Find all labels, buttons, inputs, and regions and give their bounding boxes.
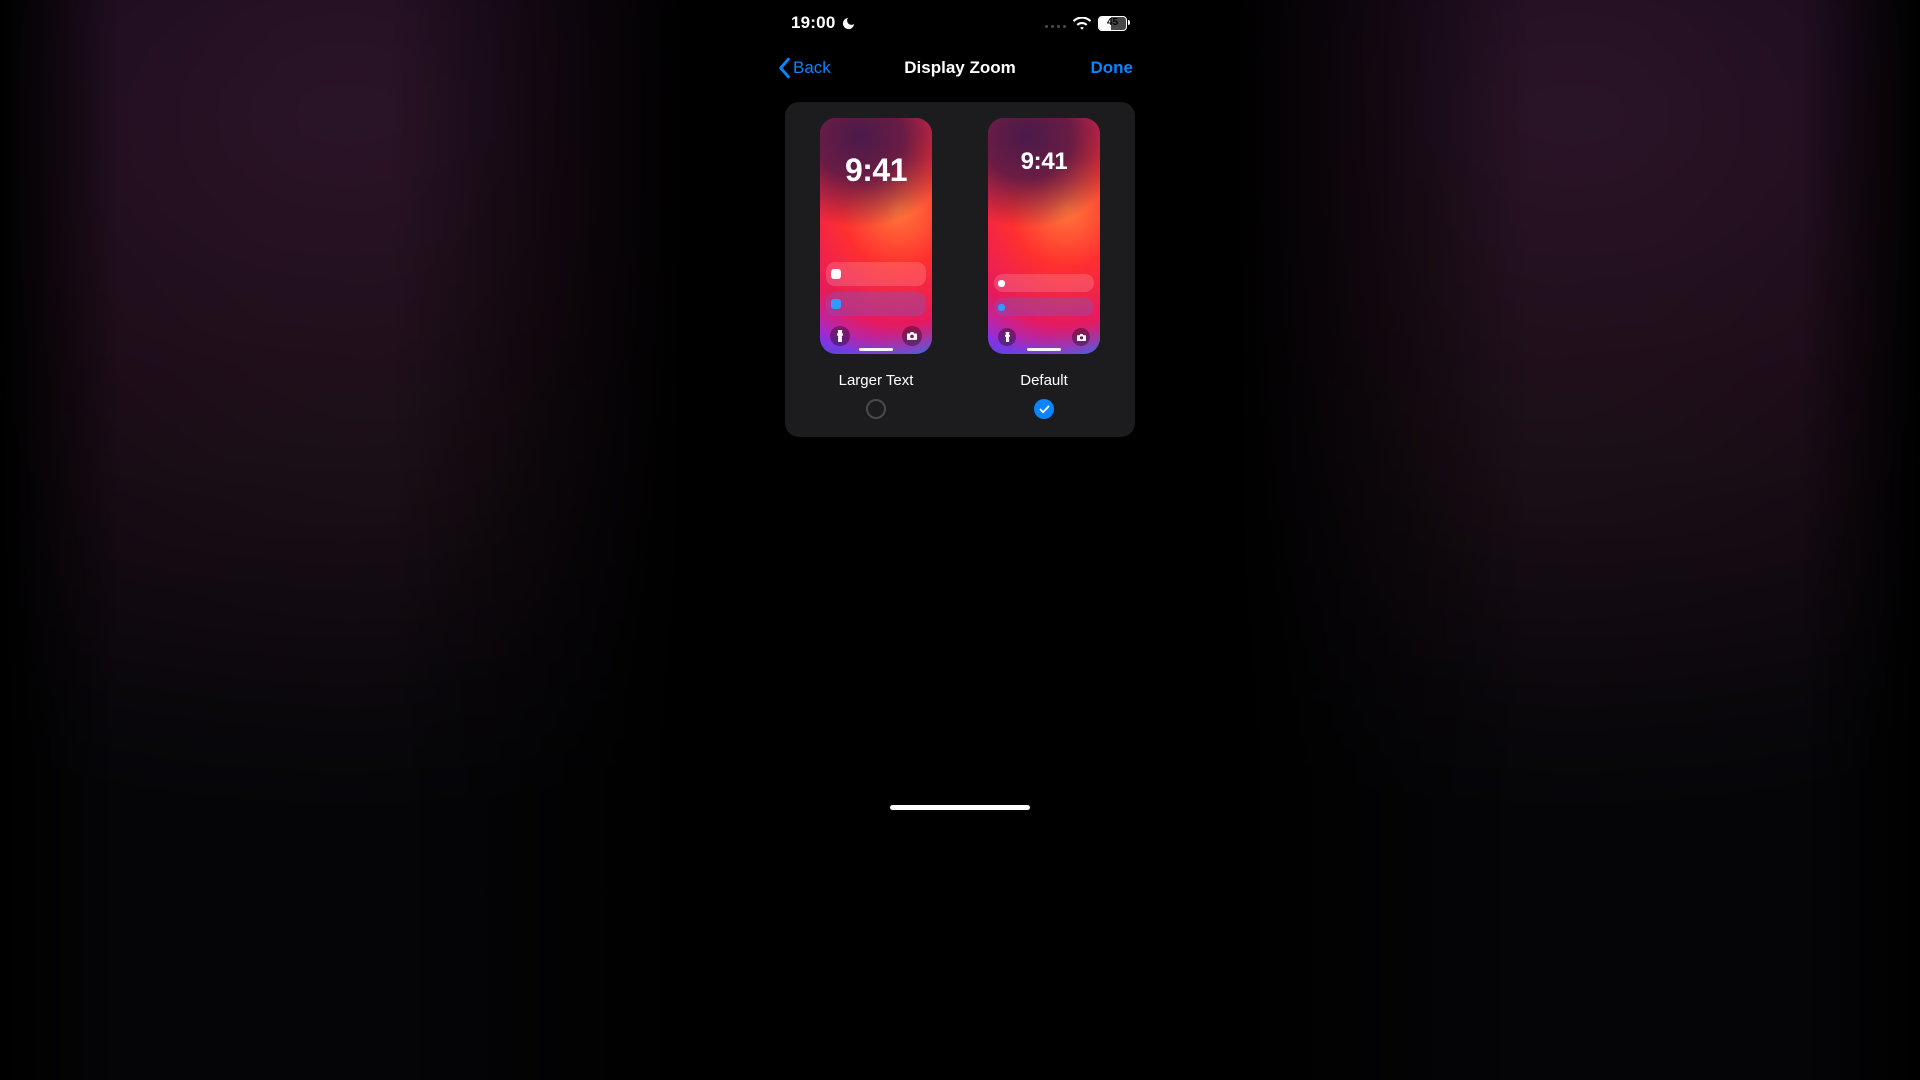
battery-icon: 45	[1098, 16, 1127, 31]
preview-home-indicator	[859, 348, 893, 351]
option-larger-text[interactable]: 9:41	[806, 118, 946, 419]
options-row: 9:41	[799, 118, 1121, 419]
preview-home-indicator	[1027, 348, 1061, 351]
preview-notifications	[826, 262, 926, 316]
option-default[interactable]: 9:41	[974, 118, 1114, 419]
options-card: 9:41	[785, 102, 1135, 437]
background-right	[1230, 0, 1920, 1080]
preview-larger-text: 9:41	[820, 118, 932, 354]
home-indicator[interactable]	[890, 805, 1030, 810]
cellular-dots-icon	[1045, 18, 1066, 28]
stage: 19:00 45	[0, 0, 1920, 1080]
done-button[interactable]: Done	[1091, 46, 1134, 90]
status-bar: 19:00 45	[771, 0, 1149, 46]
option-label-default: Default	[1020, 372, 1068, 389]
preview-clock: 9:41	[988, 148, 1100, 176]
phone-screen: 19:00 45	[771, 0, 1149, 818]
preview-notifications	[994, 274, 1094, 316]
back-button[interactable]: Back	[777, 46, 831, 90]
phone-frame: 19:00 45	[690, 0, 1230, 1080]
page-title: Display Zoom	[904, 58, 1015, 78]
camera-icon	[1072, 328, 1090, 346]
wifi-icon	[1073, 17, 1091, 30]
nav-bar: Back Display Zoom Done	[771, 46, 1149, 90]
preview-clock: 9:41	[820, 152, 932, 189]
flashlight-icon	[998, 328, 1016, 346]
status-left: 19:00	[791, 13, 856, 33]
back-label: Back	[793, 58, 831, 78]
do-not-disturb-icon	[841, 16, 856, 31]
camera-icon	[902, 326, 922, 346]
radio-default[interactable]	[1034, 399, 1054, 419]
radio-larger-text[interactable]	[866, 399, 886, 419]
battery-percent: 45	[1099, 18, 1126, 28]
status-right: 45	[1045, 16, 1127, 31]
preview-default: 9:41	[988, 118, 1100, 354]
option-label-larger: Larger Text	[839, 372, 914, 389]
flashlight-icon	[830, 326, 850, 346]
background-left	[0, 0, 690, 1080]
status-time: 19:00	[791, 13, 835, 33]
